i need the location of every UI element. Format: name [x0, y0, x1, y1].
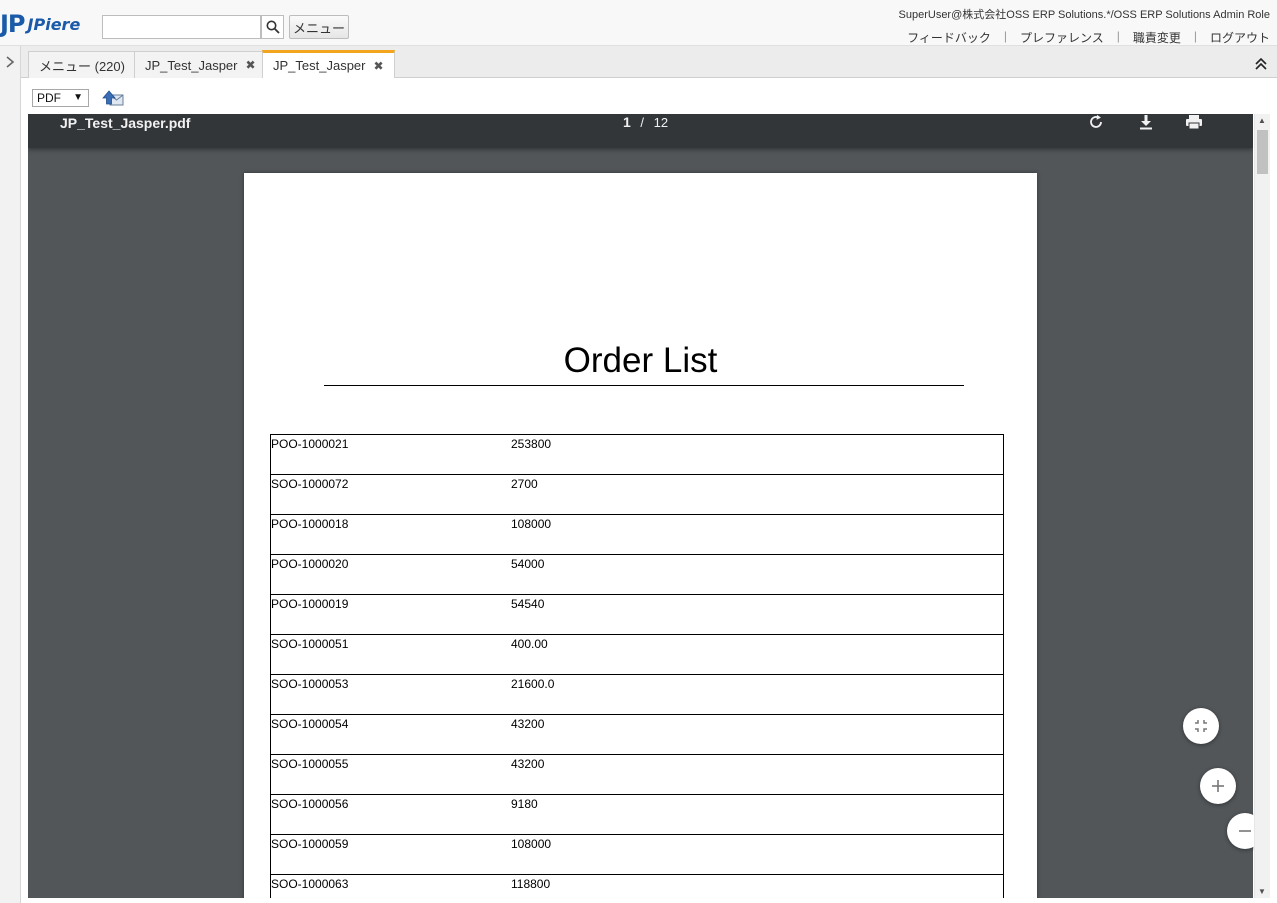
table-row: SOO-1000056 9180	[270, 795, 1004, 835]
search-button[interactable]	[261, 15, 284, 39]
order-document-number: SOO-1000055	[271, 757, 349, 771]
user-context-info: SuperUser@株式会社OSS ERP Solutions.*/OSS ER…	[898, 9, 1270, 21]
fit-to-page-icon	[1195, 720, 1207, 732]
table-row: POO-1000019 54540	[270, 595, 1004, 635]
order-amount: 54540	[511, 597, 545, 611]
pdf-viewer: Order List POO-1000021 253800 SOO-1000072 2…	[28, 114, 1253, 898]
order-amount: 108000	[511, 517, 552, 531]
logo-mark: JP	[0, 10, 26, 38]
title-underline	[324, 385, 964, 386]
order-document-number: SOO-1000053	[271, 677, 349, 691]
scrollbar-thumb[interactable]	[1257, 130, 1268, 174]
window-tab-bar: メニュー (220) JP_Test_Jasper ✖ JP_Test_Jasp…	[21, 46, 1277, 78]
order-amount: 118800	[511, 877, 551, 891]
chevron-up-double-icon[interactable]	[1255, 58, 1267, 70]
link-separator: |	[1003, 29, 1007, 43]
header-links: フィードバック | プレファレンス | 職責変更 | ログアウト	[907, 29, 1270, 46]
order-amount: 43200	[511, 717, 545, 731]
tab-label: JP_Test_Jasper	[273, 58, 366, 73]
order-document-number: POO-1000020	[271, 557, 349, 571]
logo-text: JPiere	[27, 14, 81, 34]
table-row: POO-1000018 108000	[270, 515, 1004, 555]
change-role-link[interactable]: 職責変更	[1133, 29, 1181, 46]
order-amount: 108000	[511, 837, 552, 851]
link-separator: |	[1116, 29, 1120, 43]
tab-label: メニュー (220)	[39, 58, 125, 74]
tab-jp-test-jasper-2[interactable]: JP_Test_Jasper ✖	[262, 50, 395, 78]
close-icon[interactable]: ✖	[246, 58, 256, 72]
table-row: SOO-1000063 118800	[270, 875, 1004, 898]
tab-label: JP_Test_Jasper	[145, 57, 238, 73]
download-icon[interactable]	[1138, 114, 1154, 130]
order-document-number: SOO-1000054	[271, 717, 349, 731]
table-row: SOO-1000055 43200	[270, 755, 1004, 795]
order-amount: 54000	[511, 557, 545, 571]
zoom-in-button[interactable]	[1200, 768, 1236, 804]
menu-button[interactable]: メニュー	[289, 15, 349, 39]
format-value: PDF	[37, 91, 61, 105]
order-amount: 2700	[511, 477, 538, 491]
order-document-number: SOO-1000063	[271, 877, 349, 891]
table-row: SOO-1000054 43200	[270, 715, 1004, 755]
minus-icon	[1239, 830, 1251, 832]
page-separator: /	[640, 115, 645, 130]
tab-jp-test-jasper-1[interactable]: JP_Test_Jasper ✖	[134, 51, 267, 78]
plus-icon	[1212, 780, 1224, 792]
document-title: Order List	[563, 341, 718, 380]
search-input[interactable]	[102, 15, 261, 39]
send-mail-icon[interactable]	[101, 89, 125, 107]
close-icon[interactable]: ✖	[374, 59, 384, 73]
order-document-number: SOO-1000072	[271, 477, 349, 491]
pdf-file-name: JP_Test_Jasper.pdf	[60, 115, 191, 131]
report-toolbar: PDF ▼	[21, 78, 1277, 114]
app-window: JP JPiere メニュー SuperUser@株式会社OSS ERP Sol…	[0, 0, 1277, 903]
scroll-down-arrow-icon[interactable]: ▼	[1258, 887, 1266, 896]
order-amount: 400.00	[511, 637, 548, 651]
order-table: POO-1000021 253800 SOO-1000072 2700 POO-1000…	[270, 434, 1004, 898]
order-amount: 9180	[511, 797, 538, 811]
tab-menu[interactable]: メニュー (220)	[28, 51, 136, 78]
logout-link[interactable]: ログアウト	[1210, 29, 1270, 46]
scroll-up-arrow-icon[interactable]: ▲	[1258, 116, 1266, 125]
order-document-number: POO-1000021	[271, 437, 349, 451]
print-icon[interactable]	[1185, 114, 1203, 130]
preferences-link[interactable]: プレファレンス	[1020, 29, 1104, 46]
table-row: POO-1000021 253800	[270, 435, 1004, 475]
app-logo[interactable]: JP JPiere	[0, 10, 81, 38]
pdf-page: Order List POO-1000021 253800 SOO-1000072 2…	[244, 173, 1037, 898]
header-bar: JP JPiere メニュー SuperUser@株式会社OSS ERP Sol…	[0, 0, 1277, 46]
dropdown-arrow-icon: ▼	[73, 92, 83, 103]
search-icon	[266, 20, 280, 34]
table-row: SOO-1000072 2700	[270, 475, 1004, 515]
order-document-number: POO-1000019	[271, 597, 349, 611]
chevron-right-icon[interactable]	[4, 56, 16, 68]
order-amount: 21600.0	[511, 677, 555, 691]
order-document-number: POO-1000018	[271, 517, 349, 531]
table-row: SOO-1000059 108000	[270, 835, 1004, 875]
west-panel-collapsed	[0, 46, 21, 903]
feedback-link[interactable]: フィードバック	[907, 29, 991, 46]
rotate-icon[interactable]	[1088, 114, 1104, 130]
page-indicator: 1 / 12	[623, 114, 668, 130]
total-page-count: 12	[653, 115, 669, 130]
link-separator: |	[1193, 29, 1197, 43]
window-edge	[1270, 78, 1277, 903]
order-amount: 253800	[511, 437, 552, 451]
order-document-number: SOO-1000056	[271, 797, 349, 811]
table-row: SOO-1000051 400.00	[270, 635, 1004, 675]
order-amount: 43200	[511, 757, 545, 771]
order-document-number: SOO-1000059	[271, 837, 349, 851]
fit-page-button[interactable]	[1183, 708, 1219, 744]
pdf-viewer-toolbar: JP_Test_Jasper.pdf 1 / 12	[28, 114, 1253, 148]
current-page-number[interactable]: 1	[623, 114, 631, 130]
order-document-number: SOO-1000051	[271, 637, 349, 651]
table-row: SOO-1000053 21600.0	[270, 675, 1004, 715]
vertical-scrollbar[interactable]: ▲ ▼	[1254, 114, 1270, 898]
table-row: POO-1000020 54000	[270, 555, 1004, 595]
export-format-select[interactable]: PDF ▼	[32, 89, 89, 107]
